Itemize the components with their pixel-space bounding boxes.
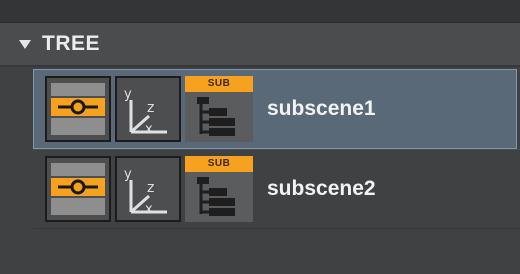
axis-icon[interactable]: y z x bbox=[115, 76, 181, 142]
visibility-toggle-icon[interactable] bbox=[45, 156, 111, 222]
panel-title: TREE bbox=[42, 32, 101, 55]
axis-x-label: x bbox=[145, 122, 153, 137]
tree-item-label: subscene1 bbox=[267, 97, 376, 120]
axis-y-label: y bbox=[124, 167, 132, 182]
visibility-toggle-icon[interactable] bbox=[45, 76, 111, 142]
subscene-tree-icon[interactable]: SUB bbox=[185, 76, 253, 142]
tree-panel: TREE y z x SUB subscene1 y z x SUB subsc… bbox=[0, 0, 520, 274]
top-bar bbox=[0, 0, 520, 23]
subscene-tree-icon[interactable]: SUB bbox=[185, 156, 253, 222]
axis-y-label: y bbox=[124, 87, 132, 102]
axis-z-label: z bbox=[147, 100, 154, 116]
tree-item-subscene2[interactable]: y z x SUB subscene2 bbox=[33, 149, 520, 229]
tree-list: y z x SUB subscene1 y z x SUB subscene2 bbox=[0, 69, 520, 229]
axis-icon[interactable]: y z x bbox=[115, 156, 181, 222]
sub-badge: SUB bbox=[185, 156, 253, 172]
tree-item-subscene1[interactable]: y z x SUB subscene1 bbox=[33, 69, 517, 149]
axis-z-label: z bbox=[147, 180, 154, 196]
sub-badge: SUB bbox=[185, 76, 253, 92]
tree-panel-header[interactable]: TREE bbox=[0, 23, 520, 67]
axis-x-label: x bbox=[145, 202, 153, 217]
tree-item-label: subscene2 bbox=[267, 177, 376, 200]
chevron-down-icon[interactable] bbox=[19, 39, 31, 49]
